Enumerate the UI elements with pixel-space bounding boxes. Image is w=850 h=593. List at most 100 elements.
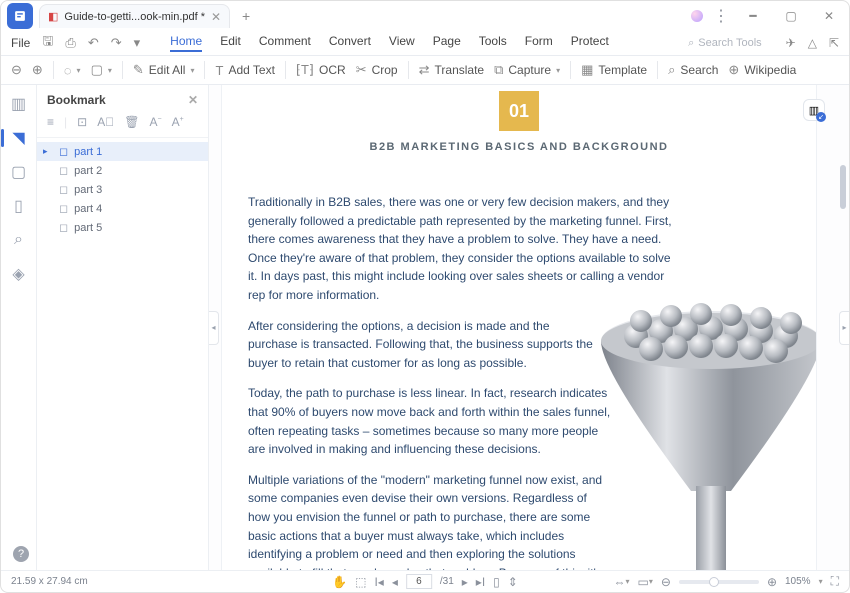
zoom-out-button[interactable]: ⊖ — [11, 62, 22, 78]
share-icon[interactable]: ⇱ — [829, 36, 839, 50]
save-icon[interactable]: 🖫 — [42, 32, 53, 54]
delete-icon[interactable]: 🗑 — [124, 115, 139, 129]
dropdown-icon[interactable]: ▾ — [134, 35, 141, 51]
bookmark-item[interactable]: ◻part 2 — [37, 161, 208, 180]
page-input[interactable] — [406, 574, 432, 589]
document-tab[interactable]: ◧ Guide-to-getti...ook-min.pdf * ✕ — [39, 4, 230, 28]
tab-title: Guide-to-getti...ook-min.pdf * — [64, 11, 205, 23]
tab-edit[interactable]: Edit — [220, 34, 241, 52]
continuous-icon[interactable]: ⇕ — [508, 575, 518, 589]
add-bookmark-icon[interactable]: ⊡ — [77, 115, 87, 129]
wikipedia-button[interactable]: ⊕Wikipedia — [728, 62, 796, 78]
close-panel-icon[interactable]: ✕ — [188, 93, 198, 107]
zoom-out-status-icon[interactable]: ⊖ — [661, 575, 671, 589]
pdf-icon: ◧ — [48, 10, 58, 23]
hand-tool-icon[interactable]: ✋ — [332, 575, 347, 589]
tab-page[interactable]: Page — [433, 34, 461, 52]
last-page-icon[interactable]: ▸I — [476, 575, 485, 589]
profile-icon[interactable] — [691, 10, 703, 22]
file-menu[interactable]: File — [11, 36, 30, 50]
rename-icon[interactable]: A⃞ — [97, 115, 114, 129]
font-larger-icon[interactable]: A+ — [172, 115, 184, 129]
bookmark-list: ▸◻part 1 ◻part 2 ◻part 3 ◻part 4 ◻part 5 — [37, 138, 208, 237]
tab-tools[interactable]: Tools — [479, 34, 507, 52]
layers-icon[interactable]: ◈ — [10, 265, 28, 283]
font-smaller-icon[interactable]: A− — [149, 115, 161, 129]
zoom-in-status-icon[interactable]: ⊕ — [767, 575, 777, 589]
search-tools[interactable]: ⌕ Search Tools — [688, 37, 762, 50]
fullscreen-icon[interactable]: ⛶ — [831, 574, 839, 589]
add-text-button[interactable]: TAdd Text — [215, 63, 274, 78]
chapter-title: B2B MARKETING BASICS AND BACKGROUND — [248, 141, 790, 153]
minimize-button[interactable]: ━ — [739, 5, 767, 27]
close-tab-icon[interactable]: ✕ — [211, 10, 221, 24]
app-icon — [7, 3, 33, 29]
send-icon[interactable]: ✈ — [786, 36, 796, 50]
status-bar: 21.59 x 27.94 cm ✋ ⬚ I◂ ◂ /31 ▸ ▸I ▯ ⇕ ⇔… — [1, 570, 849, 592]
single-page-icon[interactable]: ▯ — [493, 575, 500, 589]
main-area: ▥ ◥ ▢ ▯ ⌕ ◈ Bookmark ✕ ≡ | ⊡ A⃞ 🗑 A− A+ … — [1, 85, 849, 570]
search-button[interactable]: ⌕Search — [668, 62, 718, 78]
tab-convert[interactable]: Convert — [329, 34, 371, 52]
fit-page-icon[interactable]: ▭▾ — [638, 575, 653, 589]
tab-comment[interactable]: Comment — [259, 34, 311, 52]
left-sidebar: ▥ ◥ ▢ ▯ ⌕ ◈ — [1, 85, 37, 570]
paragraph: Multiple variations of the "modern" mark… — [248, 471, 606, 570]
bookmark-item[interactable]: ◻part 5 — [37, 218, 208, 237]
new-tab-button[interactable]: + — [238, 8, 254, 24]
highlight-tool[interactable]: ◌▾ — [64, 63, 81, 78]
maximize-button[interactable]: ▢ — [777, 5, 805, 27]
chapter-number: 01 — [499, 91, 539, 131]
translate-button[interactable]: ⇄Translate — [419, 62, 484, 78]
shape-tool[interactable]: ▢▾ — [91, 62, 112, 78]
zoom-in-button[interactable]: ⊕ — [32, 62, 43, 78]
capture-button[interactable]: ⧉Capture▾ — [494, 62, 560, 78]
tab-protect[interactable]: Protect — [571, 34, 609, 52]
paragraph: Today, the path to purchase is less line… — [248, 384, 616, 458]
paragraph: After considering the options, a decisio… — [248, 317, 593, 373]
bookmark-icon[interactable]: ◥ — [10, 129, 28, 147]
tab-view[interactable]: View — [389, 34, 415, 52]
cloud-icon[interactable]: △ — [808, 36, 817, 50]
bookmark-item[interactable]: ◻part 3 — [37, 180, 208, 199]
bookmark-tools: ≡ | ⊡ A⃞ 🗑 A− A+ — [37, 113, 208, 138]
panel-badge[interactable]: ▥↙ — [803, 99, 825, 121]
select-tool-icon[interactable]: ⬚ — [355, 575, 366, 589]
search-panel-icon[interactable]: ⌕ — [10, 231, 28, 249]
fit-width-icon[interactable]: ⇔▾ — [614, 575, 630, 589]
next-page-icon[interactable]: ▸ — [462, 575, 468, 589]
redo-icon[interactable]: ↷ — [111, 35, 122, 51]
scrollbar-thumb[interactable] — [840, 165, 846, 209]
pdf-page: 01 B2B MARKETING BASICS AND BACKGROUND T… — [221, 85, 817, 570]
prev-page-icon[interactable]: ◂ — [392, 575, 398, 589]
tab-home[interactable]: Home — [170, 34, 202, 52]
first-page-icon[interactable]: I◂ — [374, 575, 383, 589]
page-total: /31 — [440, 576, 454, 587]
comment-panel-icon[interactable]: ▢ — [10, 163, 28, 181]
titlebar: ◧ Guide-to-getti...ook-min.pdf * ✕ + ⋮ ━… — [1, 1, 849, 31]
tab-form[interactable]: Form — [525, 34, 553, 52]
zoom-slider[interactable] — [679, 580, 759, 584]
collapse-left-handle[interactable]: ◂ — [209, 311, 219, 345]
bookmark-panel: Bookmark ✕ ≡ | ⊡ A⃞ 🗑 A− A+ ▸◻part 1 ◻pa… — [37, 85, 209, 570]
bookmark-item[interactable]: ◻part 4 — [37, 199, 208, 218]
close-window-button[interactable]: ✕ — [815, 5, 843, 27]
more-icon[interactable]: ⋮ — [713, 6, 729, 26]
ocr-button[interactable]: ⁅T⁆OCR — [296, 62, 346, 78]
thumbnail-icon[interactable]: ▥ — [10, 95, 28, 113]
funnel-illustration — [596, 281, 817, 570]
crop-button[interactable]: ✂Crop — [356, 62, 398, 78]
bookmark-item[interactable]: ▸◻part 1 — [37, 142, 208, 161]
main-tabs: Home Edit Comment Convert View Page Tool… — [170, 34, 609, 52]
collapse-right-handle[interactable]: ▸ — [839, 311, 849, 345]
list-icon[interactable]: ≡ — [47, 115, 54, 129]
page-dimensions: 21.59 x 27.94 cm — [11, 576, 88, 587]
search-icon: ⌕ — [688, 37, 694, 50]
print-icon[interactable]: ⎙ — [65, 35, 75, 51]
attachment-icon[interactable]: ▯ — [10, 197, 28, 215]
edit-all-button[interactable]: ✎Edit All▾ — [133, 62, 195, 78]
document-viewport[interactable]: ◂ 01 B2B MARKETING BASICS AND BACKGROUND… — [209, 85, 849, 570]
template-button[interactable]: ▦Template — [581, 62, 647, 78]
undo-icon[interactable]: ↶ — [88, 35, 99, 51]
help-button[interactable]: ? — [13, 546, 29, 562]
